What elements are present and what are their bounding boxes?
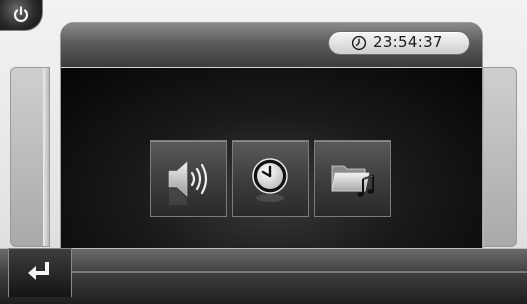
music-folder-icon: [331, 165, 374, 197]
clock-display: 23:54:37: [328, 31, 470, 55]
power-button[interactable]: [0, 0, 43, 31]
time-tile[interactable]: [232, 140, 309, 217]
clock-outline-icon: [351, 35, 367, 51]
main-panel: 23:54:37: [60, 22, 483, 250]
bottom-bar: [0, 248, 527, 304]
clock-icon: [252, 158, 288, 202]
screen: { "header": { "clock_time": "23:54:37", …: [0, 0, 527, 304]
return-arrow-icon: [28, 262, 49, 280]
speaker-volume-icon: [168, 161, 208, 205]
back-button[interactable]: [8, 248, 72, 297]
left-side-panel: [10, 67, 50, 247]
media-tile[interactable]: [314, 140, 391, 217]
volume-tile[interactable]: [150, 140, 227, 217]
right-side-panel: [477, 67, 517, 247]
menu-area: [61, 68, 482, 249]
panel-header: 23:54:37: [61, 23, 482, 68]
power-icon: [13, 6, 29, 22]
clock-time: 23:54:37: [373, 33, 443, 51]
